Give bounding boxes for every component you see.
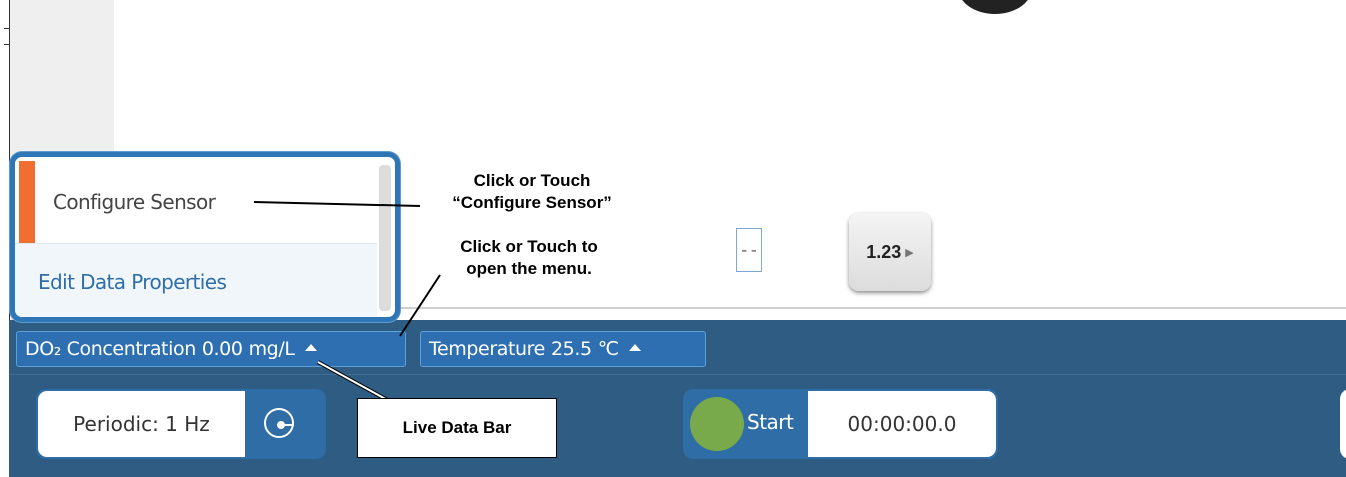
leader-open-menu	[399, 274, 441, 337]
callout-live-data-bar: Live Data Bar	[357, 398, 557, 458]
callout-configure: Click or Touch “Configure Sensor”	[418, 170, 646, 214]
callout-leader-lines	[253, 201, 441, 410]
callout-open-menu: Click or Touch to open the menu.	[420, 236, 638, 280]
callout-open-line2: open the menu.	[466, 259, 592, 278]
callout-open-line1: Click or Touch to	[460, 237, 598, 256]
callout-configure-line2: “Configure Sensor”	[452, 193, 612, 212]
callout-configure-line1: Click or Touch	[473, 171, 591, 190]
leader-configure	[253, 201, 421, 207]
